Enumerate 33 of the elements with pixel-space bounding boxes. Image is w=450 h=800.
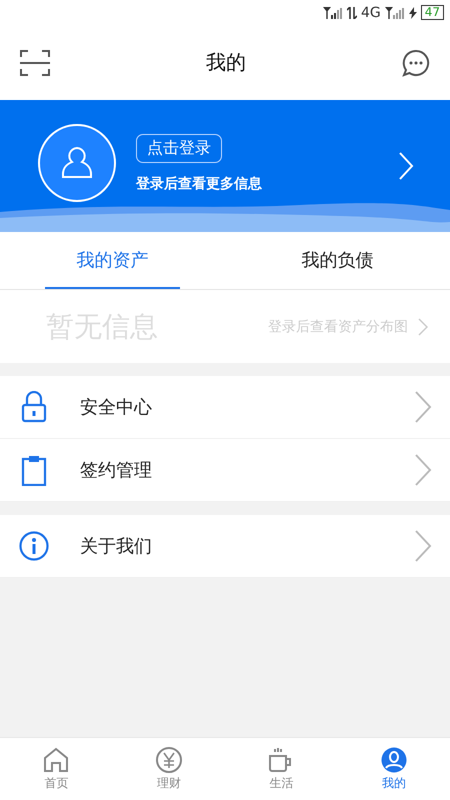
chevron-right-icon — [418, 318, 428, 336]
charging-icon — [408, 6, 417, 18]
signal-icon — [384, 6, 405, 18]
chevron-right-icon — [414, 529, 432, 563]
menu-item[interactable]: 安全中心 — [0, 376, 450, 439]
user-icon — [380, 746, 407, 772]
chevron-right-icon — [414, 390, 432, 424]
nav-tab[interactable]: 理财 — [112, 738, 225, 800]
user-icon — [60, 146, 94, 180]
home-icon — [43, 746, 70, 772]
menu-item[interactable]: 关于我们 — [0, 515, 450, 578]
menu-label: 签约管理 — [80, 459, 153, 482]
menu-item[interactable]: 签约管理 — [0, 439, 450, 502]
menu-label: 安全中心 — [80, 396, 153, 419]
login-button[interactable]: 点击登录 — [136, 134, 222, 162]
menu-label: 关于我们 — [80, 535, 153, 558]
info-icon — [18, 531, 50, 561]
page-title: 我的 — [206, 49, 246, 76]
chevron-right-icon[interactable] — [398, 151, 414, 181]
nav-tab[interactable]: 生活 — [225, 738, 338, 800]
profile-banner[interactable]: 点击登录 登录后查看更多信息 — [0, 100, 450, 232]
nav-tab[interactable]: 首页 — [0, 738, 112, 800]
network-type: 4G — [360, 4, 381, 20]
tab[interactable]: 我的负债 — [270, 232, 405, 289]
signal-icon — [322, 6, 343, 18]
login-hint: 登录后查看更多信息 — [136, 174, 262, 192]
chevron-right-icon — [414, 453, 432, 487]
yen-coin-icon — [156, 746, 182, 772]
battery-level: 47 — [420, 5, 444, 20]
nav-tab[interactable]: 我的 — [338, 738, 450, 800]
data-transfer-icon — [346, 6, 357, 18]
scan-icon[interactable] — [20, 48, 50, 76]
chat-bubble-icon[interactable] — [402, 48, 430, 76]
